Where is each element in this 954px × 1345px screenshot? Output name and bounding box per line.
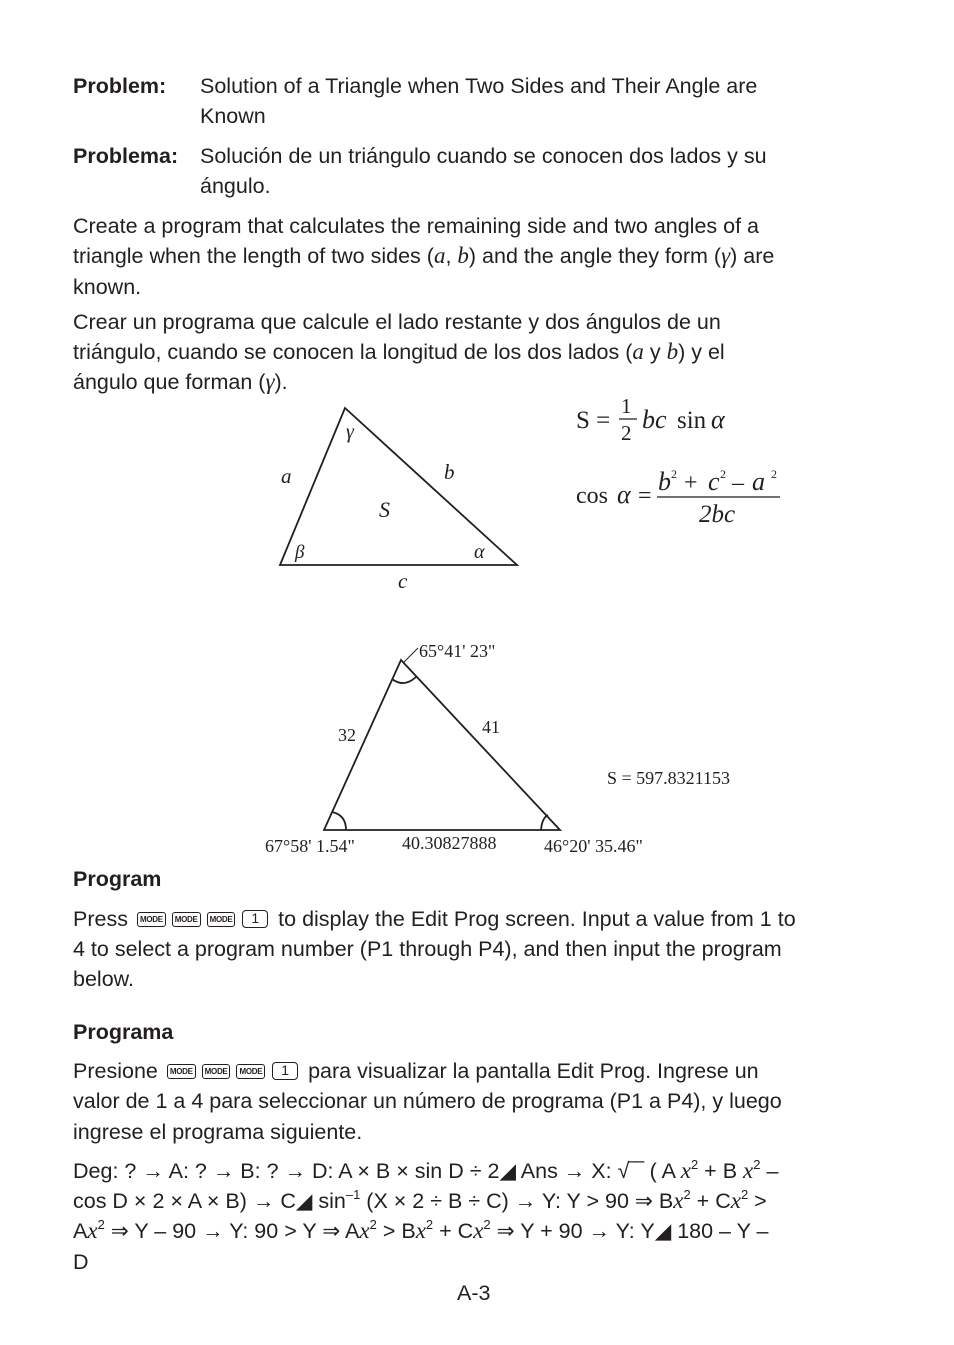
triangle-diagram-generic: γ a b S β α c [278,406,520,593]
cos-fn: cos [576,483,608,509]
program-en-line3: below. [73,967,134,991]
superscript: 2 [683,1187,691,1202]
code-line4: D [73,1250,89,1274]
program-en-line2: 4 to select a program number (P1 through… [73,937,782,961]
code-text: > B [376,1219,416,1243]
cos-alpha: α [617,480,632,509]
num-b: b [658,467,671,496]
num-c-sq: 2 [720,467,726,481]
code-text: + C [433,1219,474,1243]
code-text: (X × 2 ÷ B ÷ C) → Y: Y > 90 ⇒ B [360,1189,674,1213]
var-x: x [473,1218,484,1243]
mode-key: MODE [166,1064,196,1079]
label-alpha: α [474,541,485,563]
mode-key: MODE [201,1064,231,1079]
code-text: – [760,1159,779,1183]
code-text: cos D × 2 × A × B) → C◢ sin [73,1189,346,1213]
code-text: ⇒ Y – 90 → Y: 90 > Y ⇒ A [104,1219,360,1243]
superscript: 2 [369,1217,377,1232]
program-heading: Program [73,867,162,891]
superscript: –1 [345,1187,361,1202]
var-x: x [680,1158,691,1183]
code-text: A [73,1219,88,1243]
right-angle-value: 46°20' 35.46" [544,836,643,856]
code-line2: cos D × 2 × A × B) → C◢ sin–1 (X × 2 ÷ B… [73,1186,767,1216]
label-side-c: c [398,569,408,593]
text: to display the Edit Prog screen. Input a… [278,907,796,931]
num-a: a [752,467,765,496]
label-side-b: b [444,460,455,484]
area-alpha: α [711,405,726,434]
one-key: 1 [242,910,269,928]
page-number: A-3 [457,1281,491,1305]
var-x: x [415,1218,426,1243]
angle-arc-top [391,676,417,684]
label-side-a: a [281,464,292,488]
one-key: 1 [272,1062,299,1080]
program-es-line3: ingrese el programa siguiente. [73,1120,363,1144]
var-x: x [87,1218,98,1243]
left-angle-value: 67°58' 1.54" [265,836,355,856]
program-es-line2: valor de 1 a 4 para seleccionar un númer… [73,1089,782,1113]
superscript: 2 [483,1217,491,1232]
leader-line [402,647,419,664]
area-bc: bc [642,405,667,434]
num-b-sq: 2 [671,467,677,481]
program-es-line1: Presione MODE MODE MODE 1 para visualizar l… [73,1056,759,1086]
right-side-value: 41 [482,717,500,737]
num-plus: + [684,470,698,496]
code-text: + C [690,1189,731,1213]
text: Presione [73,1059,158,1083]
triangle-shape [322,658,563,831]
label-beta: β [294,542,305,563]
text: para visualizar la pantalla Edit Prog. I… [308,1059,759,1083]
mode-key: MODE [206,912,236,927]
mode-key: MODE [136,912,166,927]
triangle-diagram-example: 65°41' 23" 32 41 S = 597.8321153 67°58' … [265,641,730,856]
area-denominator: 2 [621,421,632,445]
code-line3: Ax2 ⇒ Y – 90 → Y: 90 > Y ⇒ Ax2 > Bx2 + C… [73,1216,768,1246]
top-angle-value: 65°41' 23" [419,641,495,661]
label-area-s: S [379,497,390,522]
area-formula: S = 1 2 bc sin α [576,394,726,445]
label-gamma: γ [346,421,355,443]
var-x: x [359,1218,370,1243]
superscript: 2 [97,1217,105,1232]
denominator-2bc: 2bc [699,501,735,528]
var-x: x [730,1188,741,1213]
area-value: S = 597.8321153 [607,768,730,788]
area-lhs: S = [576,407,610,434]
area-sin: sin [677,407,707,434]
mode-key: MODE [236,1064,266,1079]
code-line1: Deg: ? → A: ? → B: ? → D: A × B × sin D … [73,1156,778,1186]
angle-arc-left [331,811,347,831]
code-text: ⇒ Y + 90 → Y: Y◢ 180 – Y – [490,1219,769,1243]
mode-key: MODE [171,912,201,927]
num-minus: – [731,470,745,496]
var-x: x [743,1158,754,1183]
programa-heading: Programa [73,1020,174,1044]
code-text: Deg: ? → A: ? → B: ? → D: A × B × sin D … [73,1159,681,1183]
text: Press [73,907,128,931]
left-side-value: 32 [338,725,356,745]
code-text: + B [698,1159,744,1183]
program-en-line1: Press MODE MODE MODE 1 to display the Edit … [73,904,796,934]
area-numerator: 1 [621,394,632,418]
cos-equals: = [638,483,652,509]
num-c: c [708,467,720,496]
var-x: x [673,1188,684,1213]
code-text: > [748,1189,767,1213]
num-a-sq: 2 [771,467,777,481]
cosine-formula: cos α = b 2 + c 2 – a 2 2bc [576,467,780,528]
bottom-side-value: 40.30827888 [402,833,497,853]
